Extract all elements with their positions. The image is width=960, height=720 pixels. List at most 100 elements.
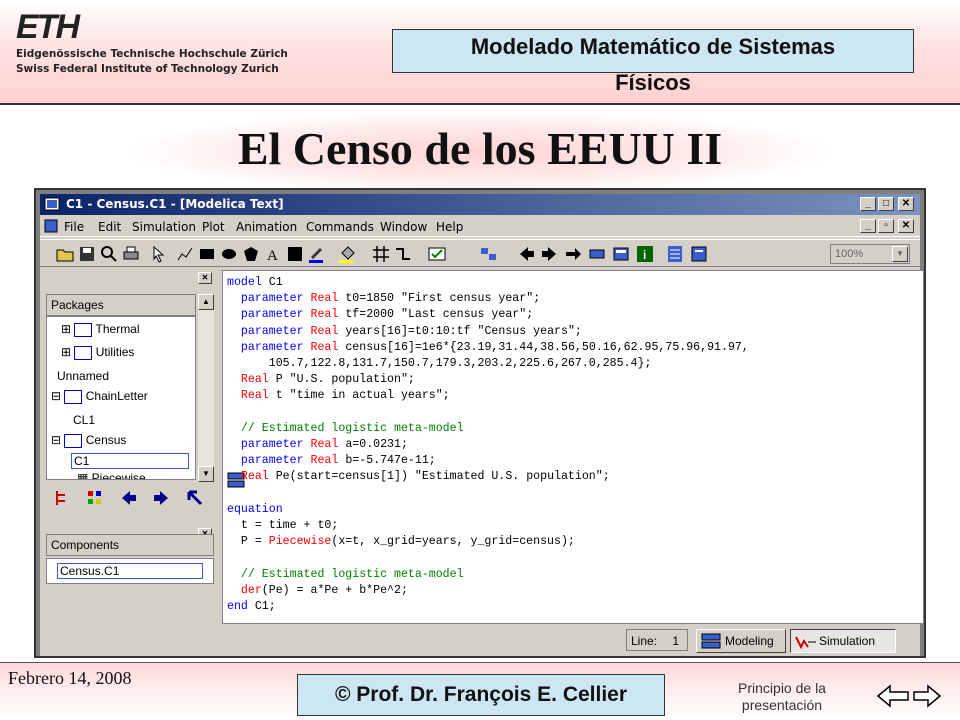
search-icon[interactable] <box>100 245 118 263</box>
status-bar: Line: 1 Modeling Simulation <box>40 626 920 656</box>
fill-color-icon[interactable] <box>338 245 356 263</box>
child-restore-button[interactable]: ▫ <box>878 219 894 233</box>
package-tree: ⊞ Thermal ⊞ Utilities Unnamed ⊟ ChainLet… <box>46 316 196 480</box>
zoom-select[interactable]: 100% ▼ <box>830 244 910 264</box>
next-arrow-icon[interactable] <box>912 684 942 708</box>
scroll-down-icon[interactable]: ▼ <box>198 466 214 482</box>
home-link[interactable]: Principio de la presentación <box>700 680 864 714</box>
icon-layer-icon[interactable] <box>588 245 606 263</box>
menu-window[interactable]: Window <box>380 220 427 234</box>
info-icon[interactable]: i <box>636 245 654 263</box>
menu-help[interactable]: Help <box>436 220 463 234</box>
close-button[interactable]: ✕ <box>898 197 914 211</box>
menu-animation[interactable]: Animation <box>236 220 297 234</box>
code-line: Real Pe(start=census[1]) "Estimated U.S.… <box>240 470 610 484</box>
tree-item-chainletter[interactable]: ⊟ ChainLetter <box>51 389 148 404</box>
tree-item-label: Piecewise <box>91 471 146 480</box>
code-line: // Estimated logistic meta-model <box>240 567 464 581</box>
maximize-button[interactable]: □ <box>878 197 894 211</box>
open-folder-icon[interactable] <box>56 245 74 263</box>
menu-edit[interactable]: Edit <box>98 220 121 234</box>
code-line: parameter Real t0=1850 "First census yea… <box>240 292 541 306</box>
text-layer-icon[interactable] <box>666 245 684 263</box>
tree-item-c1[interactable]: C1 <box>71 453 189 469</box>
tree-item-label: ChainLetter <box>85 389 148 403</box>
zoom-value: 100% <box>835 248 864 260</box>
tree-item-cl1[interactable]: CL1 <box>73 413 95 427</box>
check-icon[interactable] <box>428 245 446 263</box>
menu-file[interactable]: File <box>64 220 84 234</box>
code-line: Real P "U.S. population"; <box>240 373 415 387</box>
footer-date: Febrero 14, 2008 <box>8 668 132 688</box>
child-minimize-button[interactable]: _ <box>860 219 876 233</box>
tree-item-unnamed[interactable]: Unnamed <box>57 369 109 383</box>
simulation-label: Simulation <box>819 634 876 648</box>
back-arrow-icon[interactable] <box>518 245 536 263</box>
tree-item-piecewise[interactable]: ▦ Piecewise <box>77 471 146 480</box>
icon-view-icon[interactable] <box>86 489 104 507</box>
code-line: parameter Real tf=2000 "Last census year… <box>240 308 534 322</box>
tree-item-census[interactable]: ⊟ Census <box>51 433 126 448</box>
window-titlebar[interactable]: C1 - Census.C1 - [Modelica Text] <box>40 194 920 215</box>
code-line: t = time + t0; <box>227 519 339 533</box>
tree-item-label: Utilities <box>95 345 135 359</box>
svg-text:A: A <box>267 248 278 263</box>
close-packages-icon[interactable]: ✕ <box>198 272 212 284</box>
child-close-button[interactable]: ✕ <box>898 219 914 233</box>
code-line: 105.7,122.8,131.7,150.7,179.3,203.2,225.… <box>227 357 652 371</box>
simulation-mode-button[interactable]: Simulation <box>790 629 896 653</box>
library-icon[interactable] <box>480 245 498 263</box>
package-icon <box>74 345 93 360</box>
code-line: parameter Real census[16]=1e6*{23.19,31.… <box>240 340 749 354</box>
tree-scrollbar[interactable]: ▲ ▼ <box>198 294 214 482</box>
prev-arrow-icon[interactable] <box>876 684 910 708</box>
forward-icon[interactable] <box>152 489 170 507</box>
minimize-button[interactable]: _ <box>860 197 876 211</box>
eth-name-de: Eidgenössische Technische Hochschule Zür… <box>16 48 288 60</box>
code-line: Real t "time in actual years"; <box>240 389 450 403</box>
line-tool-icon[interactable] <box>176 245 194 263</box>
modeling-label: Modeling <box>725 634 774 648</box>
tree-item-label: C1 <box>74 454 90 468</box>
back-icon[interactable] <box>120 489 138 507</box>
line-number: 1 <box>672 634 680 648</box>
diagram-layer-icon[interactable] <box>612 245 630 263</box>
print-icon[interactable] <box>122 245 140 263</box>
svg-text:i: i <box>643 248 646 262</box>
scroll-up-icon[interactable]: ▲ <box>198 294 214 310</box>
rectangle-tool-icon[interactable] <box>198 245 216 263</box>
goto-icon[interactable] <box>186 489 204 507</box>
package-icon <box>64 433 83 448</box>
chevron-down-icon[interactable]: ▼ <box>892 246 908 262</box>
line-color-icon[interactable] <box>308 245 326 263</box>
modelica-text-editor[interactable]: model C1 parameter Real t0=1850 "First c… <box>222 270 924 624</box>
modeling-mode-button[interactable]: Modeling <box>696 629 786 653</box>
menu-plot[interactable]: Plot <box>202 220 225 234</box>
arrow-right-icon[interactable] <box>564 245 582 263</box>
code-text: model C1 parameter Real t0=1850 "First c… <box>227 275 749 615</box>
package-icon <box>74 322 93 337</box>
home-link-line1: Principio de la <box>738 680 826 696</box>
package-browser: ✕ Packages ⊞ Thermal ⊞ Utilities Unnamed… <box>44 270 218 624</box>
tree-item-utilities[interactable]: ⊞ Utilities <box>61 345 134 360</box>
polygon-tool-icon[interactable] <box>242 245 260 263</box>
pointer-icon[interactable] <box>150 245 168 263</box>
forward-arrow-icon[interactable] <box>540 245 558 263</box>
save-icon[interactable] <box>78 245 96 263</box>
code-line: parameter Real years[16]=t0:10:tf "Censu… <box>240 324 582 338</box>
connect-icon[interactable] <box>394 245 412 263</box>
text-tool-icon[interactable]: A <box>264 245 282 263</box>
tree-item-thermal[interactable]: ⊞ Thermal <box>61 322 140 337</box>
documentation-icon[interactable] <box>690 245 708 263</box>
component-item[interactable]: Census.C1 <box>57 563 203 579</box>
code-line: model C1 <box>227 276 283 289</box>
modelica-icon <box>44 197 60 211</box>
window-title: C1 - Census.C1 - [Modelica Text] <box>66 197 284 211</box>
menu-simulation[interactable]: Simulation <box>132 220 196 234</box>
tree-view-icon[interactable] <box>54 489 72 507</box>
bitmap-tool-icon[interactable] <box>286 245 304 263</box>
ellipse-tool-icon[interactable] <box>220 245 238 263</box>
menu-commands[interactable]: Commands <box>306 220 374 234</box>
grid-icon[interactable] <box>372 245 390 263</box>
